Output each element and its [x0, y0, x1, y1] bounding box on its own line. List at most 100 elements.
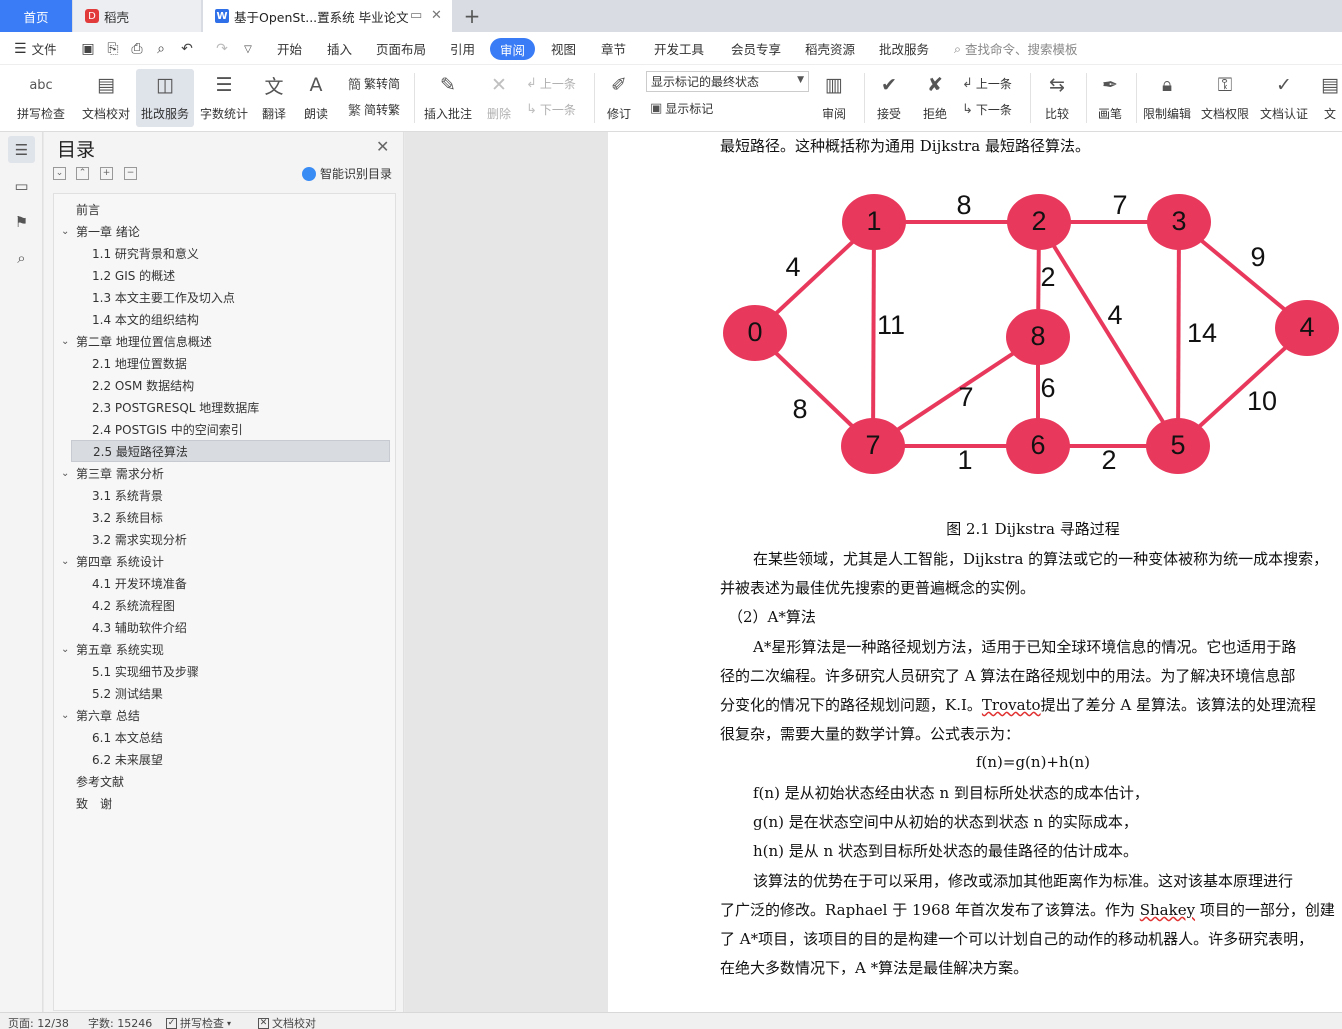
chevron-down-icon[interactable]: ⌄ — [61, 226, 69, 237]
redo-icon[interactable]: ↷ — [214, 41, 230, 57]
save-icon[interactable]: ▣ — [80, 41, 96, 57]
add-level-icon[interactable]: + — [100, 167, 113, 180]
menu-daoke-resources[interactable]: 稻壳资源 — [805, 32, 855, 65]
toc-item[interactable]: ⌄ 第三章 需求分析 — [54, 462, 390, 484]
preview-icon[interactable]: ⌕ — [153, 41, 169, 57]
trad-to-simp-button[interactable]: 簡繁转简 — [348, 73, 400, 93]
new-tab-button[interactable]: + — [458, 0, 486, 32]
command-search[interactable]: ⌕ 查找命令、搜索模板 — [954, 38, 1078, 59]
close-icon[interactable]: ✕ — [376, 137, 389, 156]
customize-dropdown-icon[interactable]: ▽ — [240, 41, 256, 57]
next-comment-button[interactable]: ↳ 下一条 — [526, 99, 576, 119]
toc-item[interactable]: 前言 — [54, 198, 390, 220]
spellcheck-toggle[interactable]: ✓ 拼写检查 ▾ — [166, 1015, 231, 1029]
menu-view[interactable]: 视图 — [551, 32, 576, 65]
toc-item[interactable]: ⌄ 第五章 系统实现 — [54, 638, 390, 660]
toc-item[interactable]: 5.1 实现细节及步骤 — [54, 660, 390, 682]
toc-item[interactable]: 1.3 本文主要工作及切入点 — [54, 286, 390, 308]
word-count-button[interactable]: ☰ 字数统计 — [198, 69, 250, 127]
toc-item[interactable]: 4.2 系统流程图 — [54, 594, 390, 616]
doc-proofread-button[interactable]: ▤ 文档校对 — [78, 69, 134, 127]
chevron-down-icon[interactable]: ⌄ — [61, 710, 69, 721]
restrict-edit-button[interactable]: 🔒︎ 限制编辑 — [1141, 69, 1193, 127]
tab-daoke[interactable]: D 稻壳 — [73, 0, 201, 32]
file-menu[interactable]: ☰ 文件 — [14, 32, 57, 65]
next-change-button[interactable]: ↳ 下一条 — [962, 99, 1012, 119]
toc-item[interactable]: 致 谢 — [54, 792, 390, 814]
toc-item[interactable]: ⌄ 第二章 地理位置信息概述 — [54, 330, 390, 352]
search-icon[interactable]: ⌕ — [8, 244, 35, 271]
insert-comment-button[interactable]: ✎ 插入批注 — [422, 69, 474, 127]
pen-button[interactable]: ✒ 画笔 — [1092, 69, 1128, 127]
menu-developer[interactable]: 开发工具 — [654, 32, 704, 65]
chapter-icon[interactable]: ▭ — [8, 172, 35, 199]
page-indicator[interactable]: 页面: 12/38 — [8, 1015, 69, 1029]
document-page[interactable]: 最短路径。这种概括称为通用 Dijkstra 最短路径算法。 4 8 8 11 7 2 4 9… — [608, 132, 1342, 1012]
export-icon[interactable]: ⎘ — [105, 41, 121, 57]
toc-item[interactable]: 2.4 POSTGIS 中的空间索引 — [54, 418, 390, 440]
menu-start[interactable]: 开始 — [277, 32, 302, 65]
spelling-flag[interactable]: Shakey — [1140, 901, 1195, 919]
toc-item[interactable]: ⌄ 第六章 总结 — [54, 704, 390, 726]
toc-item[interactable]: 3.2 系统目标 — [54, 506, 390, 528]
proofread-toggle[interactable]: ✕ 文档校对 — [258, 1015, 316, 1029]
accept-button[interactable]: ✔ 接受 — [870, 69, 908, 127]
print-icon[interactable]: ⎙ — [129, 41, 145, 57]
undo-icon[interactable]: ↶ — [179, 41, 195, 57]
toc-item[interactable]: 1.4 本文的组织结构 — [54, 308, 390, 330]
screen-icon[interactable]: ▭ — [410, 8, 422, 23]
menu-revise-service[interactable]: 批改服务 — [879, 32, 929, 65]
remove-level-icon[interactable]: − — [124, 167, 137, 180]
prev-change-button[interactable]: ↲ 上一条 — [962, 73, 1012, 93]
compare-button[interactable]: ⇆ 比较 — [1036, 69, 1078, 127]
toc-item[interactable]: 6.1 本文总结 — [54, 726, 390, 748]
menu-references[interactable]: 引用 — [450, 32, 475, 65]
toc-item[interactable]: 2.1 地理位置数据 — [54, 352, 390, 374]
simp-to-trad-button[interactable]: 繁简转繁 — [348, 99, 400, 119]
read-aloud-button[interactable]: A 朗读 — [298, 69, 334, 127]
revise-button[interactable]: ✐ 修订 — [600, 69, 638, 127]
review-pane-button[interactable]: ▥ 审阅 — [814, 69, 854, 127]
toc-item[interactable]: ⌄ 第四章 系统设计 — [54, 550, 390, 572]
toc-item[interactable]: 6.2 未来展望 — [54, 748, 390, 770]
toc-icon[interactable]: ☰ — [8, 136, 35, 163]
tab-document[interactable]: W 基于OpenSt...置系统 毕业论文 ▭ ✕ — [203, 0, 452, 32]
word-count-indicator[interactable]: 字数: 15246 — [88, 1015, 152, 1029]
tab-home[interactable]: 首页 — [0, 0, 72, 32]
menu-member[interactable]: 会员专享 — [731, 32, 781, 65]
translate-button[interactable]: 文翻译 — [254, 69, 294, 127]
toc-item[interactable]: 4.3 辅助软件介绍 — [54, 616, 390, 638]
toc-item[interactable]: 1.2 GIS 的概述 — [54, 264, 390, 286]
doc-auth-button[interactable]: ✓ 文档认证 — [1258, 69, 1310, 127]
chevron-down-icon[interactable]: ⌄ — [61, 468, 69, 479]
menu-page-layout[interactable]: 页面布局 — [376, 32, 426, 65]
chevron-down-icon[interactable]: ⌄ — [61, 644, 69, 655]
close-tab-icon[interactable]: ✕ — [431, 8, 442, 23]
toc-item[interactable]: 2.2 OSM 数据结构 — [54, 374, 390, 396]
toc-item[interactable]: 2.5 最短路径算法 — [71, 440, 390, 462]
collapse-all-icon[interactable]: ⌄ — [53, 167, 66, 180]
spellcheck-button[interactable]: abc 拼写检查 — [8, 69, 74, 127]
revise-service-button[interactable]: ◫ 批改服务 — [136, 69, 194, 127]
toc-item[interactable]: 4.1 开发环境准备 — [54, 572, 390, 594]
toc-item[interactable]: 参考文献 — [54, 770, 390, 792]
toc-item[interactable]: 5.2 测试结果 — [54, 682, 390, 704]
bookmark-icon[interactable]: ⚑ — [8, 208, 35, 235]
reject-button[interactable]: ✘ 拒绝 — [916, 69, 954, 127]
spelling-flag[interactable]: Trovato — [982, 696, 1041, 714]
chevron-down-icon[interactable]: ⌄ — [61, 556, 69, 567]
toc-item[interactable]: ⌄ 第一章 绪论 — [54, 220, 390, 242]
menu-insert[interactable]: 插入 — [327, 32, 352, 65]
toc-item[interactable]: 3.1 系统背景 — [54, 484, 390, 506]
toc-item[interactable]: 2.3 POSTGRESQL 地理数据库 — [54, 396, 390, 418]
prev-comment-button[interactable]: ↲ 上一条 — [526, 73, 576, 93]
doc-permission-button[interactable]: ⚿ 文档权限 — [1199, 69, 1251, 127]
expand-up-icon[interactable]: ⌃ — [76, 167, 89, 180]
display-state-select[interactable]: 显示标记的最终状态 ▼ — [646, 71, 809, 92]
menu-review[interactable]: 审阅 — [490, 38, 536, 60]
menu-chapter[interactable]: 章节 — [601, 32, 626, 65]
more-button[interactable]: ▤ 文 — [1318, 69, 1342, 127]
toc-item[interactable]: 1.1 研究背景和意义 — [54, 242, 390, 264]
smart-toc-button[interactable]: 智能识别目录 — [302, 165, 392, 182]
toc-item[interactable]: 3.2 需求实现分析 — [54, 528, 390, 550]
